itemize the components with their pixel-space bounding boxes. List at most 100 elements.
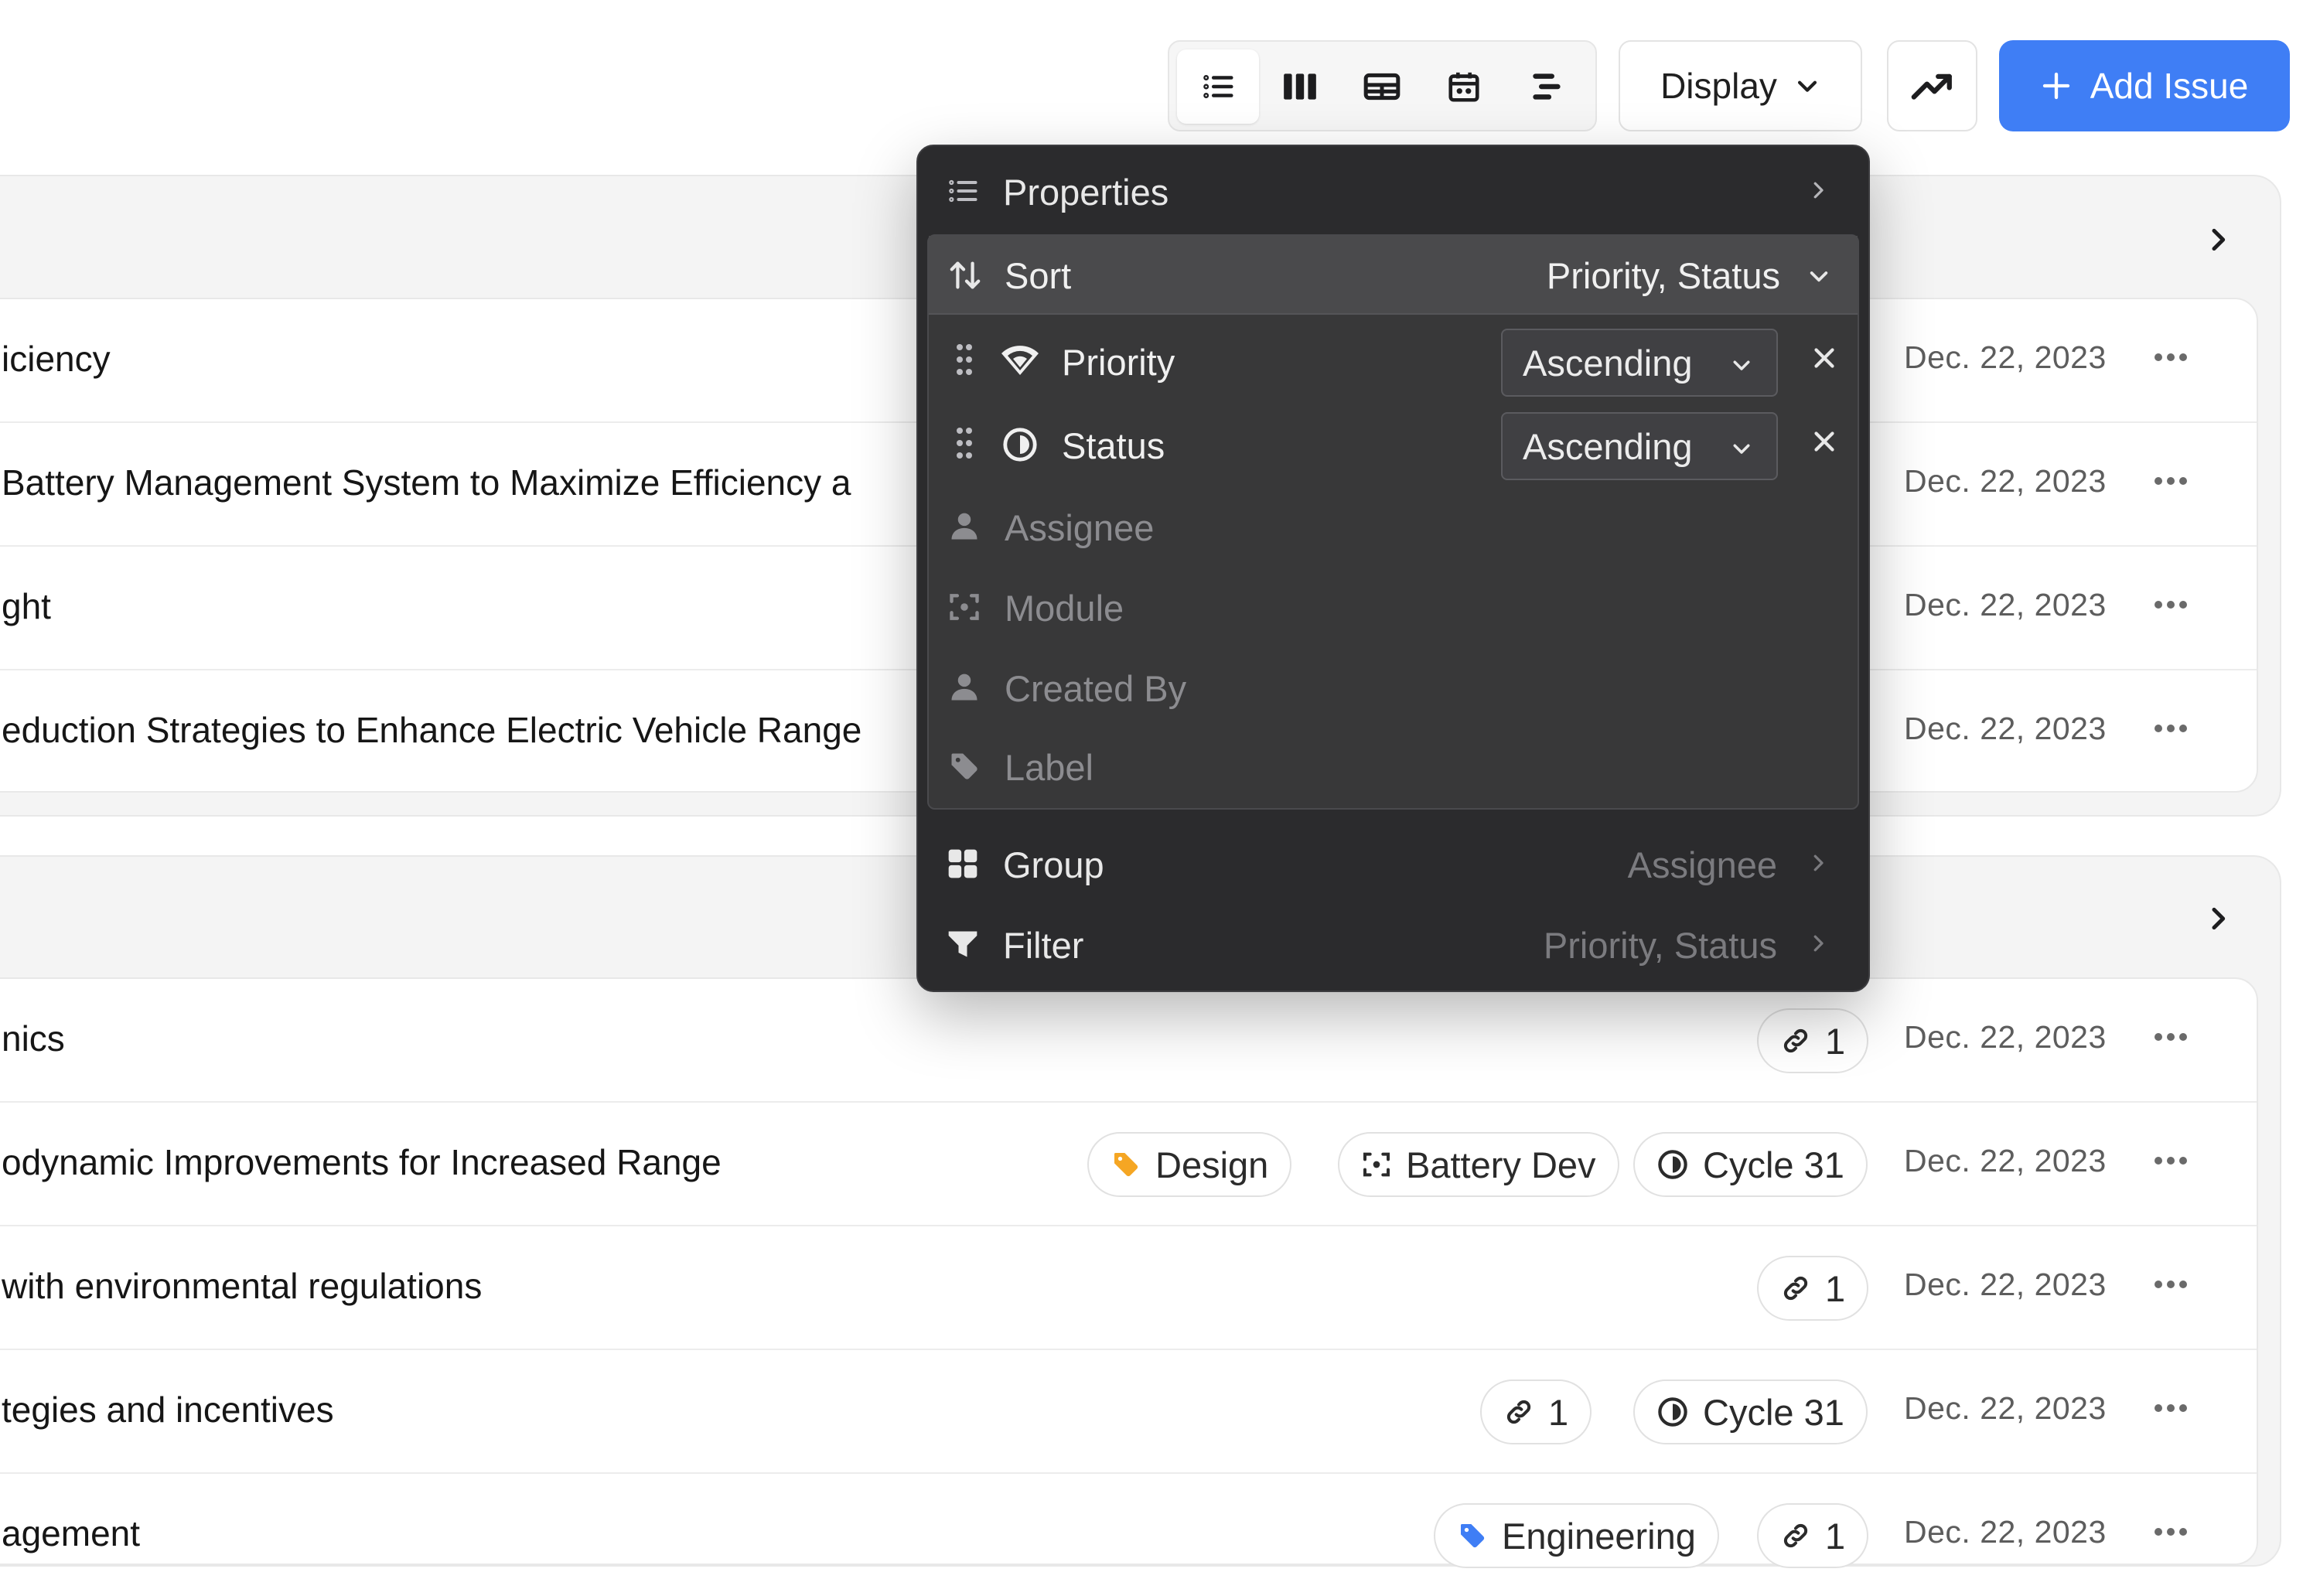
menu-item-group[interactable]: Group Assignee (918, 824, 1868, 901)
module-chip[interactable]: Battery Dev (1338, 1132, 1619, 1197)
link-count-chip[interactable]: 1 (1480, 1379, 1592, 1444)
more-icon[interactable] (2154, 476, 2188, 486)
close-icon[interactable] (1810, 428, 1838, 455)
sort-option-label: Assignee (1005, 507, 1155, 548)
issue-title[interactable]: agement (2, 1512, 140, 1554)
sort-icon (950, 261, 981, 289)
link-icon (1783, 1523, 1808, 1548)
list-view-button[interactable] (1177, 49, 1259, 124)
table-row[interactable]: tegies and incentives 1 Cycle 31 Dec. 22… (0, 1350, 2257, 1474)
more-icon[interactable] (2154, 352, 2188, 363)
issue-title[interactable]: odynamic Improvements for Increased Rang… (2, 1141, 722, 1183)
close-icon[interactable] (1810, 344, 1838, 372)
chip-text: Battery Dev (1406, 1144, 1596, 1185)
chevron-right-icon[interactable] (2202, 903, 2233, 934)
more-icon[interactable] (2154, 1032, 2188, 1042)
display-button[interactable]: Display (1619, 40, 1862, 131)
cycle-chip[interactable]: Cycle 31 (1633, 1379, 1868, 1444)
link-icon (1783, 1028, 1808, 1053)
issue-date: Dec. 22, 2023 (1904, 1019, 2107, 1055)
issue-date: Dec. 22, 2023 (1904, 1143, 2107, 1178)
issue-title[interactable]: ght (2, 585, 51, 627)
chevron-down-icon (1733, 360, 1750, 370)
more-icon[interactable] (2154, 1279, 2188, 1290)
sort-option-assignee[interactable]: Assignee (929, 488, 1858, 565)
cycle-icon (1658, 1150, 1687, 1179)
chevron-right-icon[interactable] (2202, 224, 2233, 255)
list-icon (1203, 75, 1233, 98)
chip-text: 1 (1825, 1020, 1846, 1062)
more-icon[interactable] (2154, 723, 2188, 734)
chip-text: Engineering (1502, 1515, 1696, 1557)
user-icon (951, 674, 977, 701)
issue-title[interactable]: iciency (2, 338, 111, 380)
calendar-view-button[interactable] (1423, 49, 1505, 124)
add-issue-label: Add Issue (2090, 66, 2249, 106)
list-icon (949, 179, 977, 203)
menu-item-value: Assignee (1627, 844, 1777, 885)
sort-option-label: Label (1005, 747, 1093, 788)
chevron-right-icon (1813, 935, 1824, 952)
chevron-right-icon (1813, 854, 1824, 871)
issue-title[interactable]: tegies and incentives (2, 1389, 334, 1431)
label-chip[interactable]: Engineering (1434, 1503, 1719, 1568)
filter-icon (948, 931, 977, 957)
analytics-button[interactable] (1887, 40, 1977, 131)
kanban-icon (1284, 73, 1316, 100)
link-count-chip[interactable]: 1 (1757, 1256, 1869, 1321)
issue-title[interactable]: Battery Management System to Maximize Ef… (2, 462, 851, 503)
issue-date: Dec. 22, 2023 (1904, 463, 2107, 499)
table-row[interactable]: agement Engineering 1 Dec. 22, 2023 (0, 1474, 2257, 1596)
gantt-icon (1533, 73, 1561, 100)
sort-header[interactable]: Sort Priority, Status (929, 236, 1858, 315)
link-count-chip[interactable]: 1 (1757, 1008, 1869, 1073)
more-icon[interactable] (2154, 1526, 2188, 1537)
issue-title[interactable]: eduction Strategies to Enhance Electric … (2, 709, 861, 751)
issue-date: Dec. 22, 2023 (1904, 339, 2107, 375)
cycle-chip[interactable]: Cycle 31 (1633, 1132, 1868, 1197)
more-icon[interactable] (2154, 1403, 2188, 1414)
drag-handle-icon[interactable] (955, 426, 974, 460)
menu-item-properties[interactable]: Properties (918, 151, 1868, 228)
sort-option-module[interactable]: Module (929, 568, 1858, 646)
label-icon (1461, 1524, 1485, 1548)
menu-item-label: Group (1003, 844, 1104, 885)
view-switcher (1168, 40, 1597, 131)
sort-panel: Sort Priority, Status Priority Ascending… (927, 234, 1859, 810)
add-issue-button[interactable]: Add Issue (1999, 40, 2290, 131)
issue-date: Dec. 22, 2023 (1904, 587, 2107, 622)
chip-text: 1 (1825, 1515, 1846, 1557)
sort-option-label[interactable]: Label (929, 728, 1858, 805)
gantt-view-button[interactable] (1505, 49, 1587, 124)
label-chip[interactable]: Design (1087, 1132, 1292, 1197)
kanban-view-button[interactable] (1259, 49, 1341, 124)
issue-title[interactable]: nics (2, 1018, 65, 1059)
sort-direction-value: Ascending (1523, 425, 1693, 467)
sort-direction-select[interactable]: Ascending (1501, 412, 1778, 480)
issue-date: Dec. 22, 2023 (1904, 1267, 2107, 1302)
link-count-chip[interactable]: 1 (1757, 1503, 1869, 1568)
spreadsheet-view-button[interactable] (1341, 49, 1423, 124)
calendar-icon (1448, 72, 1479, 102)
sort-option-label: Created By (1005, 668, 1187, 709)
issue-title[interactable]: with environmental regulations (2, 1265, 482, 1307)
sort-value: Priority, Status (1546, 255, 1780, 296)
issue-date: Dec. 22, 2023 (1904, 1514, 2107, 1550)
chevron-right-icon (1813, 182, 1824, 199)
issue-date: Dec. 22, 2023 (1904, 1390, 2107, 1426)
user-icon (951, 513, 977, 540)
sort-option-label: Module (1005, 588, 1124, 629)
more-icon[interactable] (2154, 599, 2188, 610)
table-row[interactable]: with environmental regulations 1 Dec. 22… (0, 1226, 2257, 1350)
chip-text: 1 (1548, 1391, 1569, 1433)
table-row[interactable]: nics 1 Dec. 22, 2023 (0, 979, 2257, 1103)
table-row[interactable]: odynamic Improvements for Increased Rang… (0, 1103, 2257, 1226)
status-icon (1003, 428, 1037, 462)
tag-icon (951, 753, 977, 779)
sort-rule-priority: Priority Ascending (929, 321, 1858, 398)
menu-item-filter[interactable]: Filter Priority, Status (918, 904, 1868, 981)
sort-option-created-by[interactable]: Created By (929, 649, 1858, 726)
sort-direction-select[interactable]: Ascending (1501, 329, 1778, 397)
drag-handle-icon[interactable] (955, 343, 974, 377)
more-icon[interactable] (2154, 1155, 2188, 1166)
